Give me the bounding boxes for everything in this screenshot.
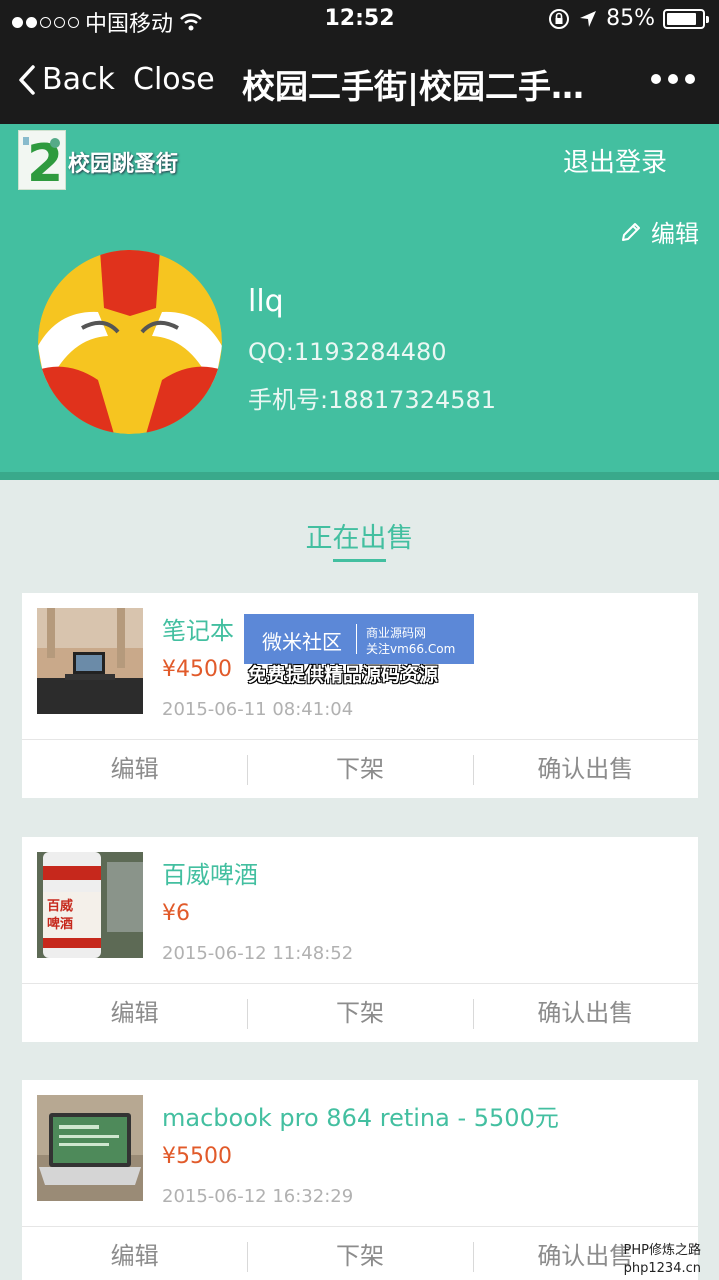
item-date: 2015-06-11 08:41:04 bbox=[162, 699, 354, 720]
username: llq bbox=[248, 284, 284, 319]
item-price: ¥6 bbox=[162, 901, 190, 926]
battery-percent: 85% bbox=[606, 6, 655, 31]
more-options-icon[interactable] bbox=[651, 74, 695, 84]
watermark-tagline: 免费提供精品源码资源 bbox=[248, 664, 439, 686]
svg-text:百威: 百威 bbox=[47, 898, 73, 914]
unlist-item-button[interactable]: 下架 bbox=[247, 740, 472, 798]
list-item[interactable]: 百威 啤酒 百威啤酒 ¥6 2015-06-12 11:48:52 编辑 下架 … bbox=[22, 837, 698, 1042]
app-logo: 2 bbox=[18, 130, 66, 194]
item-title[interactable]: 笔记本 bbox=[162, 611, 234, 646]
edit-profile-button[interactable]: 编辑 bbox=[619, 214, 699, 249]
confirm-sold-button[interactable]: 确认出售 bbox=[472, 984, 698, 1042]
watermark-corner-line1: PHP修炼之路 bbox=[623, 1243, 701, 1258]
tab-on-sale[interactable]: 正在出售 bbox=[0, 516, 719, 555]
logout-button[interactable]: 退出登录 bbox=[563, 142, 667, 179]
page-title: 校园二手街|校园二手… bbox=[242, 67, 585, 106]
app-header: 2 校园跳蚤街 退出登录 bbox=[0, 124, 719, 200]
qq-number: QQ:1193284480 bbox=[248, 338, 447, 366]
item-title[interactable]: macbook pro 864 retina - 5500元 bbox=[162, 1098, 559, 1133]
item-thumbnail: 百威 啤酒 bbox=[37, 852, 143, 958]
watermark-corner: PHP修炼之路 php1234.cn bbox=[624, 1242, 701, 1278]
pencil-icon bbox=[622, 222, 640, 241]
watermark-divider bbox=[356, 624, 357, 654]
back-button[interactable]: Back bbox=[18, 62, 115, 97]
unlist-item-button[interactable]: 下架 bbox=[247, 1227, 472, 1280]
item-title[interactable]: 百威啤酒 bbox=[162, 855, 258, 890]
back-label: Back bbox=[42, 62, 115, 97]
item-date: 2015-06-12 16:32:29 bbox=[162, 1186, 354, 1207]
watermark-banner: 微米社区 商业源码网 关注vm66.Com bbox=[244, 614, 474, 664]
item-actions: 编辑 下架 确认出售 bbox=[22, 739, 698, 798]
item-thumbnail bbox=[37, 608, 143, 714]
edit-item-button[interactable]: 编辑 bbox=[22, 1227, 247, 1280]
watermark-sub1: 商业源码网 bbox=[366, 626, 427, 640]
close-button[interactable]: Close bbox=[133, 62, 215, 97]
item-date: 2015-06-12 11:48:52 bbox=[162, 943, 354, 964]
item-actions: 编辑 下架 确认出售 bbox=[22, 983, 698, 1042]
chevron-left-icon bbox=[19, 64, 35, 95]
app-logo-text: 校园跳蚤街 bbox=[68, 152, 179, 177]
list-item[interactable]: macbook pro 864 retina - 5500元 ¥5500 201… bbox=[22, 1080, 698, 1280]
battery-icon bbox=[663, 8, 709, 29]
watermark-sub2: 关注vm66.Com bbox=[366, 642, 456, 656]
status-bar: 中国移动 12:52 85% bbox=[0, 0, 719, 40]
item-price: ¥4500 bbox=[162, 657, 232, 682]
watermark-main: 微米社区 bbox=[262, 630, 342, 654]
profile-section: 编辑 llq QQ:1193284480 手机号:18817324581 bbox=[0, 200, 719, 480]
edit-profile-label: 编辑 bbox=[651, 220, 699, 248]
confirm-sold-button[interactable]: 确认出售 bbox=[472, 740, 698, 798]
svg-text:啤酒: 啤酒 bbox=[47, 916, 73, 932]
tab-underline bbox=[333, 559, 386, 562]
avatar bbox=[38, 250, 222, 434]
location-arrow-icon bbox=[580, 10, 597, 27]
orientation-lock-icon bbox=[549, 8, 570, 29]
unlist-item-button[interactable]: 下架 bbox=[247, 984, 472, 1042]
edit-item-button[interactable]: 编辑 bbox=[22, 740, 247, 798]
phone-number: 手机号:18817324581 bbox=[248, 386, 497, 414]
item-price: ¥5500 bbox=[162, 1144, 232, 1169]
item-actions: 编辑 下架 确认出售 bbox=[22, 1226, 698, 1280]
watermark-corner-line2: php1234.cn bbox=[623, 1261, 701, 1276]
edit-item-button[interactable]: 编辑 bbox=[22, 984, 247, 1042]
item-thumbnail bbox=[37, 1095, 143, 1201]
navigation-bar: Back Close 校园二手街|校园二手… bbox=[0, 40, 719, 124]
